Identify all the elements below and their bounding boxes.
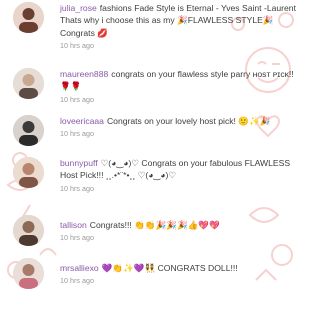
comment-text: mrsalliexo 💜👏✨💜👯 CONGRATS DOLL!!! — [60, 262, 296, 274]
comment-text: julia_rose fashions Fade Style is Eternal… — [60, 2, 296, 39]
comment-timestamp: 10 hrs ago — [60, 94, 94, 104]
avatar[interactable] — [13, 258, 44, 289]
avatar-photo — [13, 115, 44, 146]
comment-item: julia_rose fashions Fade Style is Eternal… — [0, 2, 300, 58]
comment-item: mrsalliexo 💜👏✨💜👯 CONGRATS DOLL!!! 10 hrs … — [0, 258, 300, 314]
comment-text: tallison Congrats!!! 👏👏🎉🎉🎉👍💖💖 — [60, 219, 296, 231]
comment-timestamp: 10 hrs ago — [60, 233, 94, 243]
comment-username[interactable]: tallison — [60, 220, 87, 230]
avatar[interactable] — [13, 215, 44, 246]
comment-message: Congrats on your lovely host pick! 🙂✨🎉 — [106, 116, 271, 126]
comment-message: Congrats!!! 👏👏🎉🎉🎉👍💖💖 — [89, 220, 220, 230]
avatar-photo — [13, 68, 44, 99]
avatar[interactable] — [13, 115, 44, 146]
comment-username[interactable]: julia_rose — [60, 3, 97, 13]
comment-username[interactable]: maureen888 — [60, 69, 108, 79]
avatar-photo — [13, 157, 44, 188]
comment-message: 💜👏✨💜👯 CONGRATS DOLL!!! — [101, 263, 238, 273]
comment-username[interactable]: bunnypuff — [60, 158, 98, 168]
avatar[interactable] — [13, 68, 44, 99]
comment-username[interactable]: mrsalliexo — [60, 263, 99, 273]
avatar-photo — [13, 215, 44, 246]
comment-username[interactable]: loveericaaa — [60, 116, 104, 126]
comment-text: bunnypuff ♡(◕‿◕)♡ Congrats on your fabulo… — [60, 157, 296, 182]
comment-text: maureen888 congrats on your flawless styl… — [60, 68, 296, 93]
comment-text: loveericaaa Congrats on your lovely host … — [60, 115, 296, 127]
comment-timestamp: 10 hrs ago — [60, 129, 94, 139]
comment-feed: julia_rose fashions Fade Style is Eternal… — [0, 0, 300, 300]
avatar-photo — [13, 258, 44, 289]
avatar-photo — [13, 2, 44, 33]
comment-timestamp: 10 hrs ago — [60, 183, 94, 193]
comment-timestamp: 10 hrs ago — [60, 41, 94, 51]
avatar[interactable] — [13, 157, 44, 188]
avatar[interactable] — [13, 2, 44, 33]
comment-timestamp: 10 hrs ago — [60, 276, 94, 286]
comment-item: bunnypuff ♡(◕‿◕)♡ Congrats on your fabulo… — [0, 157, 300, 213]
